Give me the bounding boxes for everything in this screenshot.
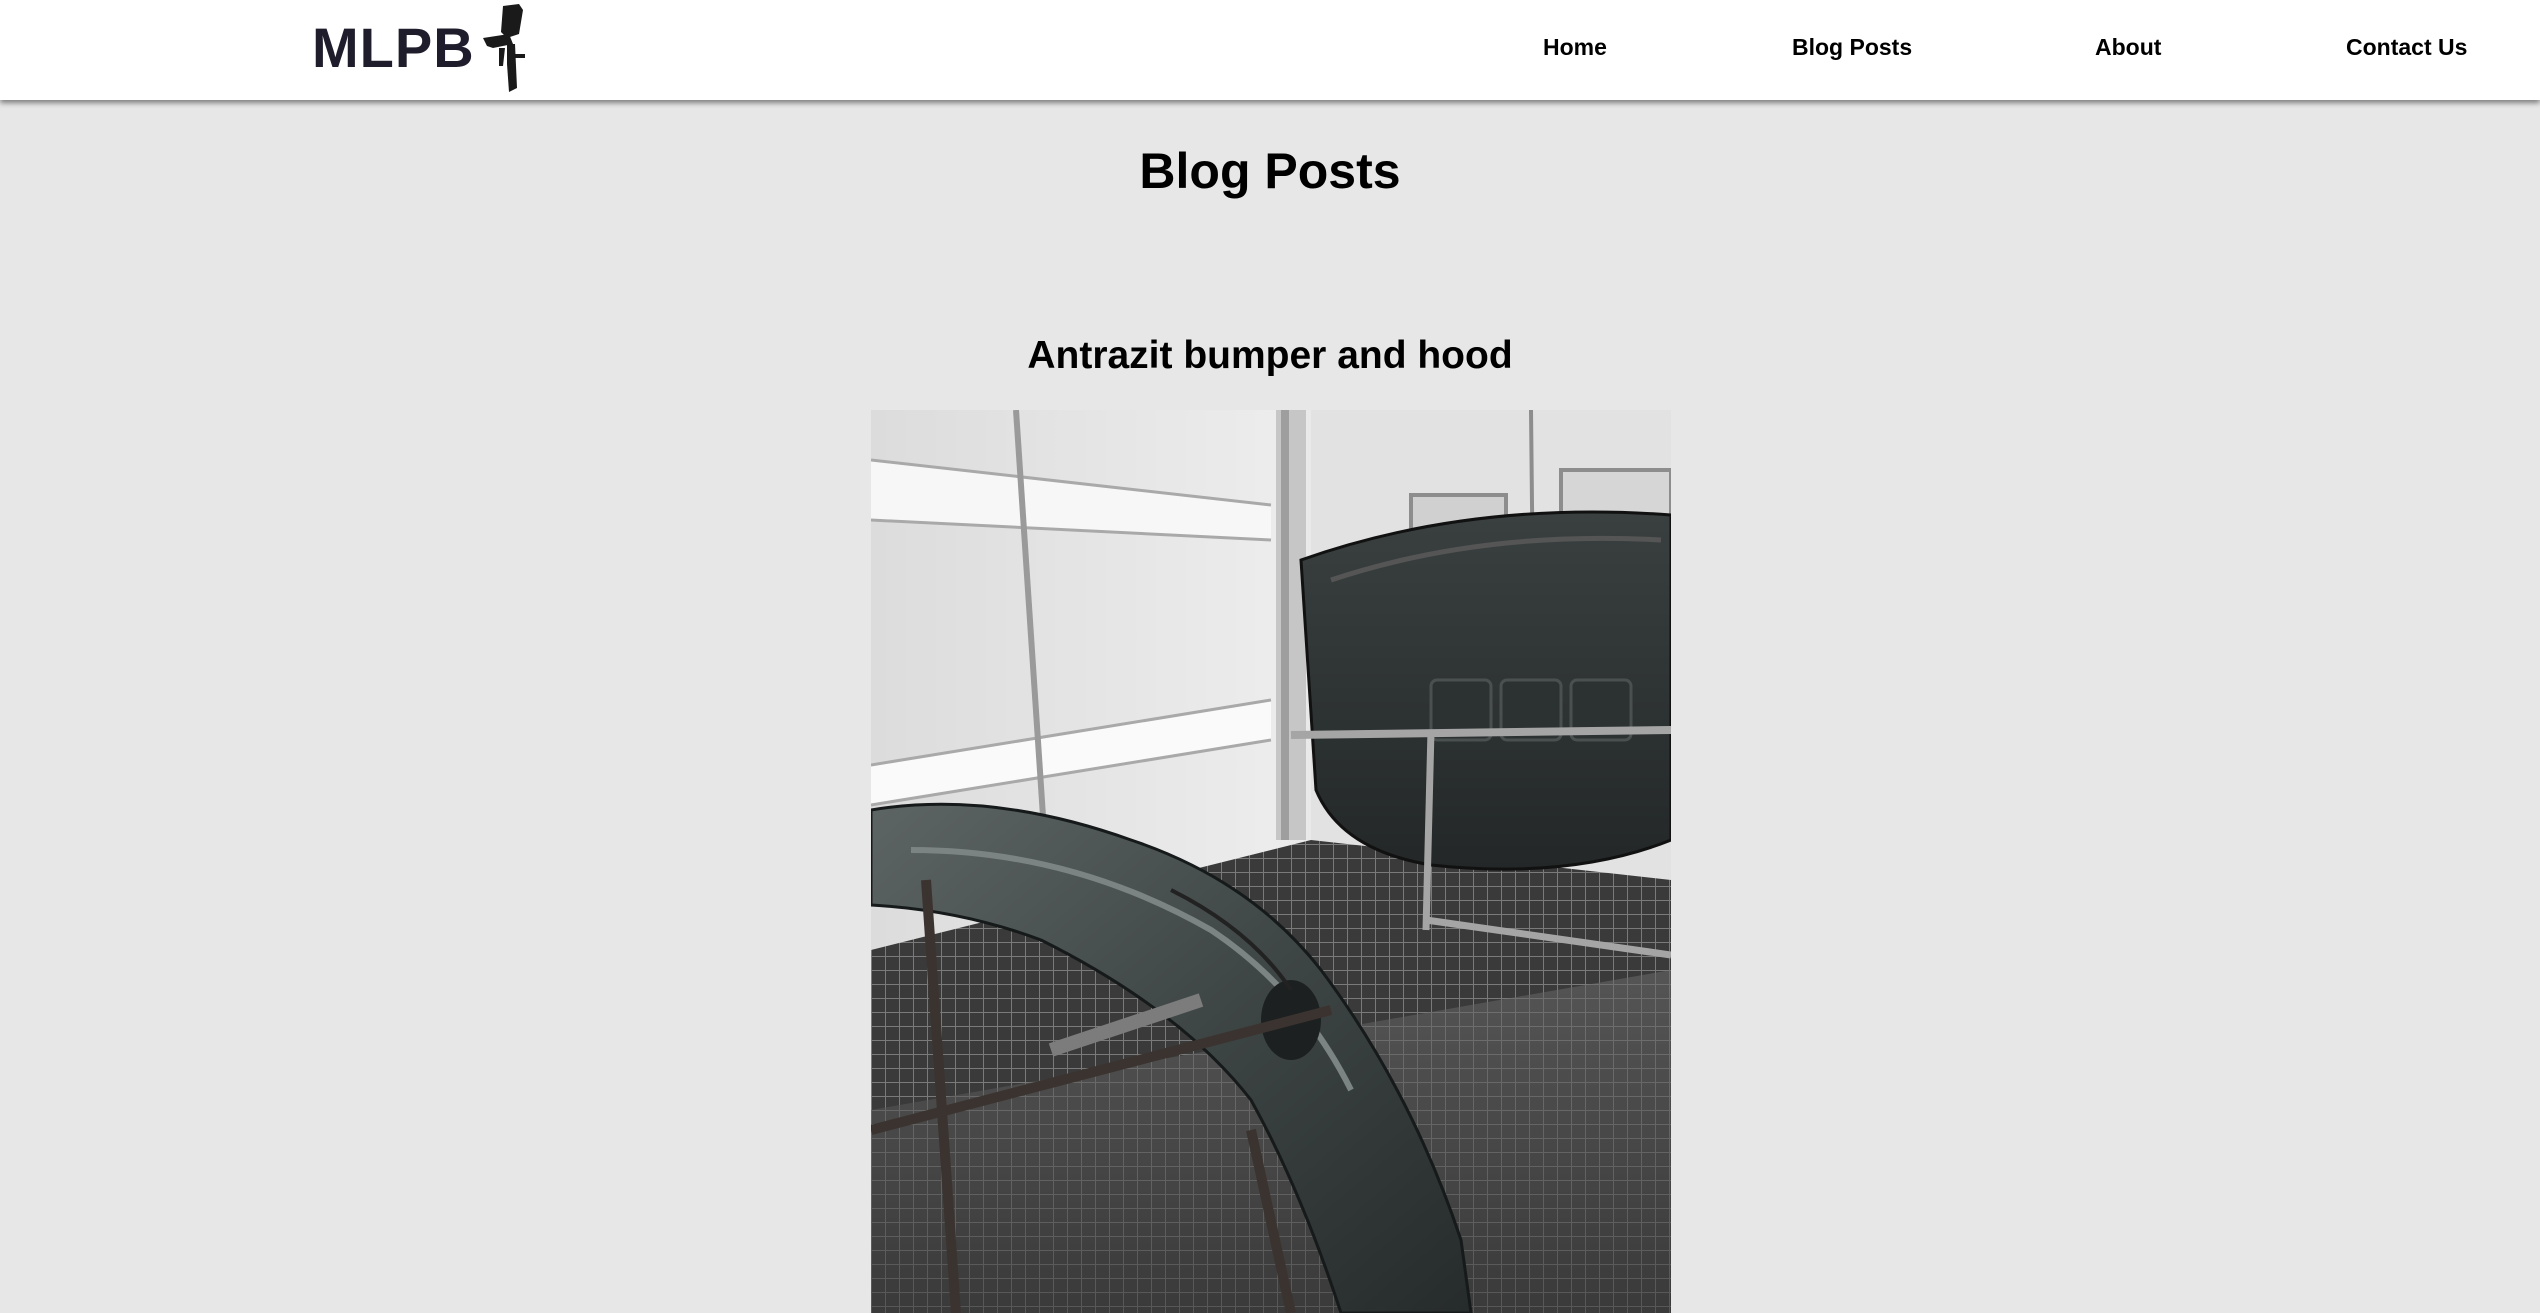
site-logo[interactable]: MLPB [312, 4, 529, 92]
post-image[interactable] [871, 410, 1671, 1313]
logo-text: MLPB [312, 16, 475, 79]
nav-home-link[interactable]: Home [1543, 34, 1607, 61]
site-header: MLPB Home Blog Posts About Contact Us [0, 0, 2540, 100]
nav-contact-us-link[interactable]: Contact Us [2346, 34, 2467, 61]
spray-gun-icon [482, 4, 525, 92]
page-title: Blog Posts [1139, 143, 1401, 199]
post-title[interactable]: Antrazit bumper and hood [0, 334, 2540, 378]
nav-about-link[interactable]: About [2095, 34, 2161, 61]
nav-blog-posts-link[interactable]: Blog Posts [1792, 34, 1912, 61]
